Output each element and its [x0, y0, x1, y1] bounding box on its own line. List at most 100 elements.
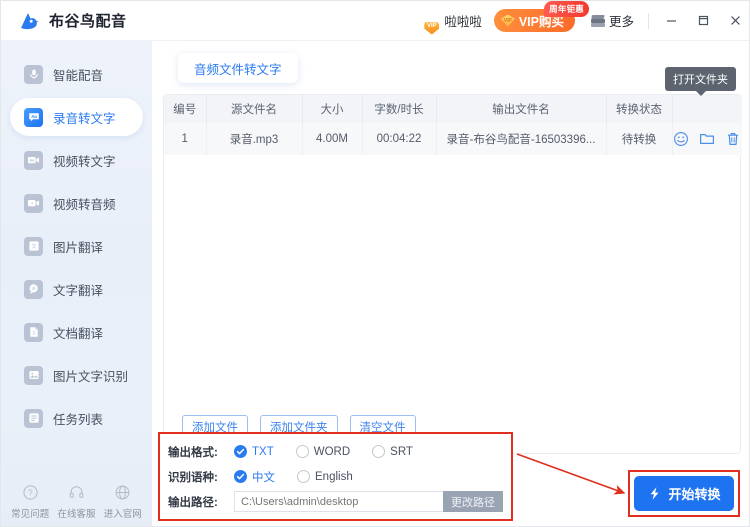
output-settings-panel: 输出格式: TXT WORD SRT 识别语种: 中文 English 输出路径… [158, 432, 513, 521]
sidebar-item-video-to-audio[interactable]: 视频转音频 [10, 184, 143, 222]
vip-buy-button[interactable]: VIP VIP购买 周年钜惠 [493, 1, 589, 32]
sidebar-footer: ? 常见问题 在线客服 进入官网 [1, 484, 152, 520]
sidebar-item-label: 视频转音频 [53, 197, 116, 212]
sidebar-item-audio-to-text[interactable]: Aa 录音转文字 [10, 98, 143, 136]
question-circle-icon: ? [23, 485, 38, 500]
app-title: 布谷鸟配音 [49, 13, 127, 30]
close-button[interactable] [719, 1, 749, 41]
footer-item-faq[interactable]: ? 常见问题 [7, 484, 53, 520]
table-header-row: 编号 源文件名 大小 字数/时长 输出文件名 转换状态 打开文件夹 [164, 67, 742, 123]
sidebar-item-label: 智能配音 [53, 68, 104, 83]
cell-index: 1 [164, 123, 207, 155]
cell-source-name: 录音.mp3 [206, 123, 303, 155]
start-convert-button[interactable]: 开始转换 [634, 476, 734, 511]
cell-actions [672, 123, 742, 155]
output-path-input[interactable] [234, 491, 443, 512]
svg-text:?: ? [28, 489, 33, 498]
footer-item-label: 在线客服 [57, 509, 96, 520]
maximize-button[interactable] [687, 1, 719, 41]
format-option-srt[interactable]: SRT [372, 445, 413, 458]
output-format-label: 输出格式: [168, 446, 218, 459]
more-label: 更多 [608, 15, 634, 29]
col-source-name: 源文件名 [206, 95, 303, 123]
sidebar-item-label: 图片翻译 [53, 240, 104, 255]
svg-text:文: 文 [31, 243, 36, 250]
col-duration: 字数/时长 [362, 95, 437, 123]
titlebar-right: VIP 啦啦啦 VIP VIP购买 周年钜惠 更多 [414, 1, 749, 41]
radio-circle-icon [372, 445, 386, 458]
sidebar-item-task-list[interactable]: 任务列表 [10, 399, 143, 437]
file-table: 编号 源文件名 大小 字数/时长 输出文件名 转换状态 打开文件夹 1 录音.m… [164, 67, 742, 155]
sidebar-item-text-translate[interactable]: 译 文字翻译 [10, 270, 143, 308]
output-path-label: 输出路径: [168, 496, 218, 509]
footer-item-support[interactable]: 在线客服 [53, 484, 99, 520]
sidebar-item-video-to-text[interactable]: Aa 视频转文字 [10, 141, 143, 179]
format-option-txt[interactable]: TXT [234, 445, 274, 458]
start-convert-label: 开始转换 [668, 487, 721, 502]
sidebar-item-label: 图片文字识别 [53, 369, 129, 384]
svg-text:Aa: Aa [31, 114, 37, 119]
open-folder-icon[interactable] [699, 131, 716, 148]
radio-check-icon [234, 470, 247, 483]
footer-item-website[interactable]: 进入官网 [100, 484, 146, 520]
svg-text:文: 文 [32, 330, 36, 335]
radio-circle-icon [297, 470, 310, 483]
avatar[interactable]: VIP [414, 7, 440, 35]
avatar-vip-badge: VIP [424, 21, 440, 35]
sidebar-item-label: 文字翻译 [53, 283, 104, 298]
headset-icon [69, 486, 84, 498]
text-translate-icon: 译 [24, 279, 43, 299]
aa-speech-icon: Aa [24, 107, 43, 127]
avatar-image [414, 7, 417, 27]
anniversary-badge: 周年钜惠 [544, 1, 589, 17]
tab-audio-file-to-text[interactable]: 音频文件转文字 [178, 53, 298, 83]
app-brand: 布谷鸟配音 [1, 9, 127, 33]
more-button[interactable]: 更多 [590, 11, 634, 30]
sidebar-item-label: 任务列表 [53, 412, 104, 427]
title-bar: 布谷鸟配音 VIP 啦啦啦 VIP VIP购买 周年钜惠 更多 [1, 1, 749, 41]
layers-icon [590, 14, 605, 27]
col-index: 编号 [164, 95, 207, 123]
lightning-bolt-icon [647, 486, 662, 501]
sidebar-item-label: 文档翻译 [53, 326, 104, 341]
language-option-english[interactable]: English [297, 470, 353, 483]
delete-icon[interactable] [725, 131, 742, 148]
document-translate-icon: 文 [24, 322, 43, 342]
sidebar-item-smart-dubbing[interactable]: 智能配音 [10, 55, 143, 93]
radio-circle-icon [295, 445, 309, 458]
cell-duration: 00:04:22 [362, 123, 437, 155]
col-output-name: 输出文件名 [436, 95, 607, 123]
sidebar-item-image-translate[interactable]: 文 图片翻译 [10, 227, 143, 265]
start-convert-annotation-box: 开始转换 [628, 470, 740, 517]
task-list-icon [24, 408, 43, 428]
ocr-icon [24, 365, 43, 385]
file-list-panel: 编号 源文件名 大小 字数/时长 输出文件名 转换状态 打开文件夹 1 录音.m… [163, 67, 742, 454]
language-option-label: 中文 [252, 471, 275, 484]
video-audio-icon [24, 193, 43, 213]
format-option-word[interactable]: WORD [295, 445, 350, 458]
titlebar-divider [648, 12, 649, 29]
vip-diamond-icon: VIP [500, 14, 515, 27]
radio-check-icon [234, 445, 247, 458]
sidebar-item-document-translate[interactable]: 文 文档翻译 [10, 313, 143, 351]
footer-item-label: 常见问题 [11, 509, 50, 520]
video-aa-icon: Aa [24, 150, 43, 170]
sidebar: 智能配音 Aa 录音转文字 Aa 视频转文字 视频转音频 文 图片翻译 译 文字… [1, 41, 152, 526]
preview-icon[interactable] [673, 131, 690, 148]
sidebar-item-label: 视频转文字 [53, 154, 116, 169]
minimize-button[interactable] [655, 1, 687, 41]
change-path-button[interactable]: 更改路径 [443, 491, 503, 512]
app-window: 布谷鸟配音 VIP 啦啦啦 VIP VIP购买 周年钜惠 更多 智能配音 Aa … [0, 0, 750, 527]
image-translate-icon: 文 [24, 236, 43, 256]
sidebar-item-ocr[interactable]: 图片文字识别 [10, 356, 143, 394]
table-row[interactable]: 1 录音.mp3 4.00M 00:04:22 录音-布谷鸟配音-1650339… [164, 123, 742, 155]
col-size: 大小 [302, 95, 363, 123]
output-path-row: 输出路径: 更改路径 [168, 489, 503, 514]
bird-logo-icon [17, 9, 41, 33]
recognition-language-row: 识别语种: 中文 English [168, 464, 511, 489]
format-option-label: TXT [252, 445, 274, 458]
col-status: 转换状态 [606, 95, 673, 123]
output-format-row: 输出格式: TXT WORD SRT [168, 439, 511, 464]
language-option-chinese[interactable]: 中文 [234, 469, 275, 485]
sidebar-nav: 智能配音 Aa 录音转文字 Aa 视频转文字 视频转音频 文 图片翻译 译 文字… [1, 41, 152, 437]
